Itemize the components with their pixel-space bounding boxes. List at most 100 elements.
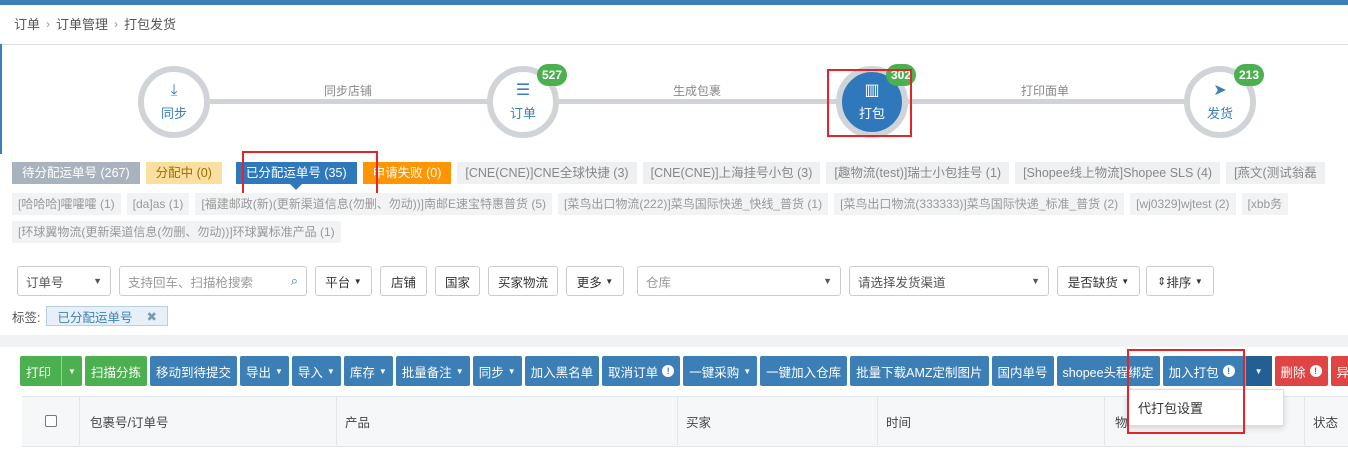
channel-tag[interactable]: [哈哈哈]嚯嚯嚯 (1) <box>12 193 121 215</box>
info-icon: ! <box>1309 365 1322 377</box>
order-type-select[interactable]: 订单号 ▼ <box>17 266 111 296</box>
caret-down-icon: ▼ <box>1194 276 1203 286</box>
scan-sort-button[interactable]: 扫描分拣 <box>84 356 147 386</box>
chevron-right-icon: › <box>114 16 119 31</box>
tag-label: 标签: <box>12 310 41 325</box>
channel-tag[interactable]: [da]as (1) <box>126 193 190 215</box>
table-row <box>22 446 1348 454</box>
channel-tag-row: [环球翼物流(更新渠道信息(勿删、勿动))]环球翼标准产品 (1) <box>12 221 341 243</box>
channel-tag[interactable]: [菜鸟出口物流(333333)]菜鸟国际快递_标准_普货 (2) <box>834 193 1125 215</box>
select-all-cell <box>22 397 80 445</box>
country-button[interactable]: 国家 <box>435 266 480 296</box>
delete-button[interactable]: 删除! <box>1274 356 1328 386</box>
select-placeholder: 仓库 <box>646 275 672 290</box>
breadcrumb-item: 打包发货 <box>124 17 177 32</box>
step-track <box>900 99 1200 104</box>
step-sync[interactable]: ⤓ 同步 <box>138 66 210 138</box>
channel-tag[interactable]: [CNE(CNE)]CNE全球快捷 (3) <box>457 162 637 184</box>
tag-filter-row: 标签: 已分配运单号 ✖ <box>12 306 168 326</box>
btn-label: 是否缺货 <box>1067 275 1118 290</box>
warehouse-select[interactable]: 仓库 ▼ <box>637 266 841 296</box>
abnormal-mark-dropdown[interactable]: 异常标记▼ <box>1330 356 1348 386</box>
channel-tag[interactable]: [趣物流(test)]瑞士小包挂号 (1) <box>826 162 1010 184</box>
domestic-no-button[interactable]: 国内单号 <box>991 356 1054 386</box>
column-header[interactable]: 包裹号/订单号 <box>79 397 336 445</box>
stock-dropdown-button[interactable]: 库存 ▼ <box>343 356 393 386</box>
channel-tag[interactable]: [wj0329]wjtest (2) <box>1130 193 1236 215</box>
connector-label: 同步店铺 <box>324 84 373 98</box>
add-warehouse-button[interactable]: 一键加入仓库 <box>760 356 848 386</box>
blacklist-button[interactable]: 加入黑名单 <box>524 356 600 386</box>
btn-label: 导入 <box>297 365 323 380</box>
section-divider <box>0 335 1348 347</box>
chevron-down-icon: ▼ <box>1031 276 1040 286</box>
column-header[interactable]: 产品 <box>336 397 677 445</box>
step-orders[interactable]: ☰ 订单 527 <box>487 64 567 138</box>
print-split-button[interactable]: 打印 ▼ <box>20 356 82 386</box>
batch-note-dropdown[interactable]: 批量备注 ▼ <box>395 356 470 386</box>
channel-tag[interactable]: [CNE(CNE)]上海挂号小包 (3) <box>642 162 821 184</box>
btn-label: 排序 <box>1166 275 1192 290</box>
move-pending-button[interactable]: 移动到待提交 <box>149 356 237 386</box>
caret-down-icon[interactable]: ▼ <box>61 356 76 386</box>
column-header[interactable]: 状态 <box>1304 397 1348 445</box>
active-tag-chip: 已分配运单号 ✖ <box>46 306 168 326</box>
search-icon[interactable]: ⌕ <box>291 273 298 289</box>
btn-label: 一键采购 <box>689 365 740 380</box>
breadcrumb-item[interactable]: 订单 <box>14 14 40 33</box>
caret-down-icon: ▼ <box>507 366 516 376</box>
step-count-badge: 213 <box>1233 64 1264 86</box>
column-header[interactable]: 时间 <box>877 397 1104 445</box>
search-input[interactable]: 支持回车、扫描枪搜索 ⌕ <box>119 266 307 296</box>
export-dropdown[interactable]: 导出 ▼ <box>239 356 289 386</box>
select-all-checkbox[interactable] <box>45 415 57 427</box>
step-track <box>200 99 500 104</box>
import-dropdown[interactable]: 导入 ▼ <box>291 356 341 386</box>
sync-dropdown[interactable]: 同步 ▼ <box>472 356 522 386</box>
platform-dropdown[interactable]: 平台 ▼ <box>315 266 372 296</box>
download-amz-button[interactable]: 批量下载AMZ定制图片 <box>850 356 989 386</box>
channel-select[interactable]: 请选择发货渠道 ▼ <box>849 266 1049 296</box>
sort-dropdown[interactable]: ⇕ 排序 ▼ <box>1146 266 1214 296</box>
one-click-purchase-dropdown[interactable]: 一键采购 ▼ <box>683 356 758 386</box>
caret-down-icon[interactable]: ▼ <box>1244 356 1272 386</box>
more-dropdown[interactable]: 更多 ▼ <box>566 266 624 296</box>
channel-tag[interactable]: [燕文(测试翁磊 <box>1226 162 1325 184</box>
channel-tag[interactable]: [福建邮政(新)(更新渠道信息(勿删、勿动))]南邮E速宝特惠普货 (5) <box>195 193 553 215</box>
caret-down-icon: ▼ <box>743 366 752 376</box>
caret-down-icon: ▼ <box>455 366 464 376</box>
column-header[interactable]: 买家 <box>677 397 877 445</box>
step-label: 订单 <box>509 105 536 121</box>
channel-tag[interactable]: [xbb务 <box>1241 193 1289 215</box>
cancel-order-button[interactable]: 取消订单! <box>602 356 681 386</box>
sort-icon: ⇕ <box>1157 275 1167 288</box>
buyer-logistics-button[interactable]: 买家物流 <box>488 266 558 296</box>
btn-label: 批量备注 <box>401 365 452 380</box>
channel-tag[interactable]: [环球翼物流(更新渠道信息(勿删、勿动))]环球翼标准产品 (1) <box>12 221 341 243</box>
channel-tag[interactable]: [菜鸟出口物流(222)]菜鸟国际快递_快线_普货 (1) <box>558 193 829 215</box>
caret-down-icon: ▼ <box>274 366 283 376</box>
search-placeholder: 支持回车、扫描枪搜索 <box>128 275 254 290</box>
status-tab-unassigned[interactable]: 待分配运单号 (267) <box>12 162 140 184</box>
list-icon: ☰ <box>515 81 531 99</box>
btn-label: 同步 <box>478 365 504 380</box>
step-count-badge: 527 <box>536 64 567 86</box>
status-tab-row: 待分配运单号 (267) 分配中 (0) 已分配运单号 (35) 申请失败 (0… <box>12 162 1325 190</box>
step-ship[interactable]: ➤ 发货 213 <box>1184 64 1264 138</box>
status-tab-assigning[interactable]: 分配中 (0) <box>145 162 222 184</box>
close-icon[interactable]: ✖ <box>147 309 157 324</box>
step-label: 发货 <box>1206 105 1233 121</box>
top-accent-bar <box>0 0 1348 5</box>
stock-dropdown[interactable]: 是否缺货 ▼ <box>1057 266 1140 296</box>
btn-label: 国家 <box>444 275 470 290</box>
breadcrumb-item[interactable]: 订单管理 <box>56 14 108 33</box>
workflow-steps: 同步店铺 生成包裹 打印面单 ⤓ 同步 ☰ 订单 527 ▥ 打包 302 ➤ … <box>0 60 1348 150</box>
shop-button[interactable]: 店铺 <box>380 266 427 296</box>
btn-label: 更多 <box>576 275 602 290</box>
channel-tag[interactable]: [Shopee线上物流]Shopee SLS (4) <box>1015 162 1221 184</box>
chip-text: 已分配运单号 <box>57 310 133 325</box>
filter-bar: 订单号 ▼ 支持回车、扫描枪搜索 ⌕ 平台 ▼ 店铺 国家 买家物流 更多 ▼ 仓库… <box>0 255 1348 335</box>
btn-label: 平台 <box>325 275 351 290</box>
highlight-box <box>1127 349 1245 434</box>
select-value: 订单号 <box>26 275 64 290</box>
